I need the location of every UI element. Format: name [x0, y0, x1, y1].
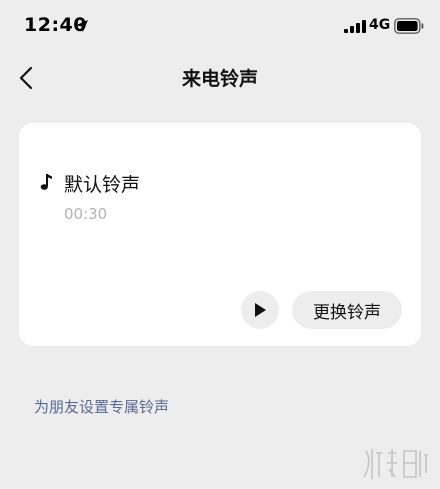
music-note-icon [40, 174, 52, 190]
play-icon [255, 303, 266, 317]
page-title: 来电铃声 [181, 68, 258, 90]
cellular-signal-icon [344, 20, 366, 33]
location-arrow-icon [76, 20, 88, 32]
ringtone-settings-page: 12:40 4G 来电铃声 默认铃声 00:30 更换铃声 为朋友设置专属铃声 [0, 0, 440, 489]
status-bar: 12:40 4G [0, 0, 440, 54]
ringtone-name: 默认铃声 [64, 174, 141, 196]
change-ringtone-button[interactable]: 更换铃声 [292, 291, 402, 329]
ringtone-duration: 00:30 [64, 205, 108, 223]
watermark-logo [363, 449, 428, 479]
navigation-bar: 来电铃声 [0, 54, 440, 100]
play-button[interactable] [241, 291, 279, 329]
ringtone-card: 默认铃声 00:30 更换铃声 [19, 123, 421, 346]
set-friend-ringtone-link[interactable]: 为朋友设置专属铃声 [34, 396, 169, 417]
battery-icon [394, 18, 424, 34]
network-type: 4G [369, 17, 391, 33]
